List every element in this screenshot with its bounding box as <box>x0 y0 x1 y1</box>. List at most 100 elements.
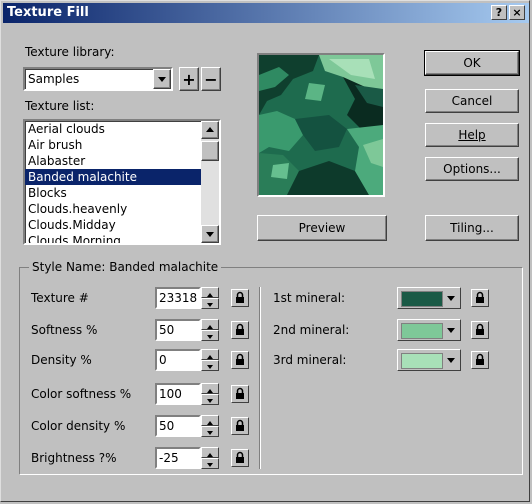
arrow-down-icon <box>206 232 214 237</box>
spin-down-button[interactable] <box>201 330 219 341</box>
spin-down-button[interactable] <box>201 298 219 309</box>
add-library-button[interactable]: + <box>179 67 199 91</box>
texture-preview-image <box>259 55 383 195</box>
spin-down-button[interactable] <box>201 458 219 469</box>
mineral-color-picker[interactable] <box>397 349 461 371</box>
texture-list-label: Texture list: <box>25 99 95 113</box>
options-button[interactable]: Options... <box>425 157 519 181</box>
chevron-down-icon <box>447 358 455 363</box>
spin-up-button[interactable] <box>201 415 219 426</box>
texture-list-item[interactable]: Aerial clouds <box>25 121 201 137</box>
param-value-input[interactable]: 50 <box>155 415 201 437</box>
spin-up-button[interactable] <box>201 383 219 394</box>
texture-list-item[interactable]: Air brush <box>25 137 201 153</box>
spin-up-button[interactable] <box>201 447 219 458</box>
texture-list-item[interactable]: Clouds.heavenly <box>25 201 201 217</box>
arrow-down-icon <box>207 399 213 403</box>
color-swatch <box>401 353 443 369</box>
mineral-label: 2nd mineral: <box>273 323 350 337</box>
mineral-color-picker[interactable] <box>397 319 461 341</box>
preview-button[interactable]: Preview <box>257 215 387 241</box>
close-button[interactable]: × <box>509 5 525 20</box>
param-spinner[interactable] <box>201 447 219 469</box>
param-label: Brightness ?% <box>31 451 117 465</box>
param-spinner[interactable] <box>201 319 219 341</box>
lock-icon <box>236 353 244 365</box>
param-value-input[interactable]: 100 <box>155 383 201 405</box>
lock-icon <box>476 291 484 303</box>
param-label: Softness % <box>31 323 98 337</box>
param-value-input[interactable]: -25 <box>155 447 201 469</box>
lock-button[interactable] <box>231 289 249 307</box>
lock-button[interactable] <box>471 321 489 339</box>
help-title-button[interactable]: ? <box>491 5 507 20</box>
chevron-down-icon <box>158 77 166 82</box>
spin-down-button[interactable] <box>201 394 219 405</box>
param-value-input[interactable]: 0 <box>155 349 201 371</box>
spin-down-button[interactable] <box>201 426 219 437</box>
texture-list-item[interactable]: Clouds.Midday <box>25 217 201 233</box>
param-value-input[interactable]: 23318 <box>155 287 201 309</box>
tiling-button[interactable]: Tiling... <box>425 215 519 241</box>
mineral-label: 1st mineral: <box>273 291 346 305</box>
lock-button[interactable] <box>231 417 249 435</box>
arrow-down-icon <box>207 303 213 307</box>
ok-button[interactable]: OK <box>424 50 520 76</box>
texture-list-item[interactable]: Alabaster <box>25 153 201 169</box>
lock-button[interactable] <box>231 449 249 467</box>
arrow-down-icon <box>207 335 213 339</box>
texture-list-item[interactable]: Clouds.Morning <box>25 233 201 243</box>
lock-button[interactable] <box>231 321 249 339</box>
param-spinner[interactable] <box>201 349 219 371</box>
tiling-button-label: Tiling... <box>450 221 494 235</box>
help-button[interactable]: Help <box>425 123 519 147</box>
chevron-down-icon <box>447 296 455 301</box>
color-swatch <box>401 323 443 339</box>
texture-list[interactable]: Aerial clouds Air brush Alabaster Banded ma… <box>23 119 221 245</box>
texture-library-value: Samples <box>28 72 80 86</box>
mineral-color-picker[interactable] <box>397 287 461 309</box>
lock-icon <box>236 323 244 335</box>
lock-icon <box>236 419 244 431</box>
spin-up-button[interactable] <box>201 319 219 330</box>
lock-button[interactable] <box>471 351 489 369</box>
texture-preview <box>257 53 385 197</box>
texture-library-label: Texture library: <box>25 45 115 59</box>
spin-up-button[interactable] <box>201 287 219 298</box>
help-button-label: Help <box>458 128 486 142</box>
param-spinner[interactable] <box>201 287 219 309</box>
lock-icon <box>236 387 244 399</box>
texture-list-item[interactable]: Blocks <box>25 185 201 201</box>
texture-library-select[interactable]: Samples <box>23 67 173 91</box>
cancel-button[interactable]: Cancel <box>425 89 519 113</box>
lock-icon <box>236 451 244 463</box>
preview-button-label: Preview <box>298 221 346 235</box>
library-dropdown-button[interactable] <box>153 69 171 89</box>
scrollbar[interactable] <box>201 121 219 243</box>
texture-list-item[interactable]: Banded malachite <box>25 169 201 185</box>
lock-icon <box>476 323 484 335</box>
spin-down-button[interactable] <box>201 360 219 371</box>
param-label: Color softness % <box>31 387 132 401</box>
param-spinner[interactable] <box>201 415 219 437</box>
scroll-down-button[interactable] <box>201 225 219 243</box>
param-spinner[interactable] <box>201 383 219 405</box>
arrow-down-icon <box>207 431 213 435</box>
lock-button[interactable] <box>231 351 249 369</box>
color-swatch <box>401 291 443 307</box>
title-bar: Texture Fill ? × <box>3 3 529 23</box>
chevron-down-icon <box>447 328 455 333</box>
lock-button[interactable] <box>471 289 489 307</box>
spin-up-button[interactable] <box>201 349 219 360</box>
window-title: Texture Fill <box>7 5 89 20</box>
param-label: Color density % <box>31 419 126 433</box>
group-divider <box>259 287 261 469</box>
remove-library-button[interactable]: − <box>201 67 221 91</box>
scroll-up-button[interactable] <box>201 121 219 139</box>
scroll-thumb[interactable] <box>201 141 219 161</box>
arrow-down-icon <box>207 463 213 467</box>
param-value-input[interactable]: 50 <box>155 319 201 341</box>
param-label: Texture # <box>31 291 89 305</box>
lock-button[interactable] <box>231 385 249 403</box>
mineral-label: 3rd mineral: <box>273 353 347 367</box>
